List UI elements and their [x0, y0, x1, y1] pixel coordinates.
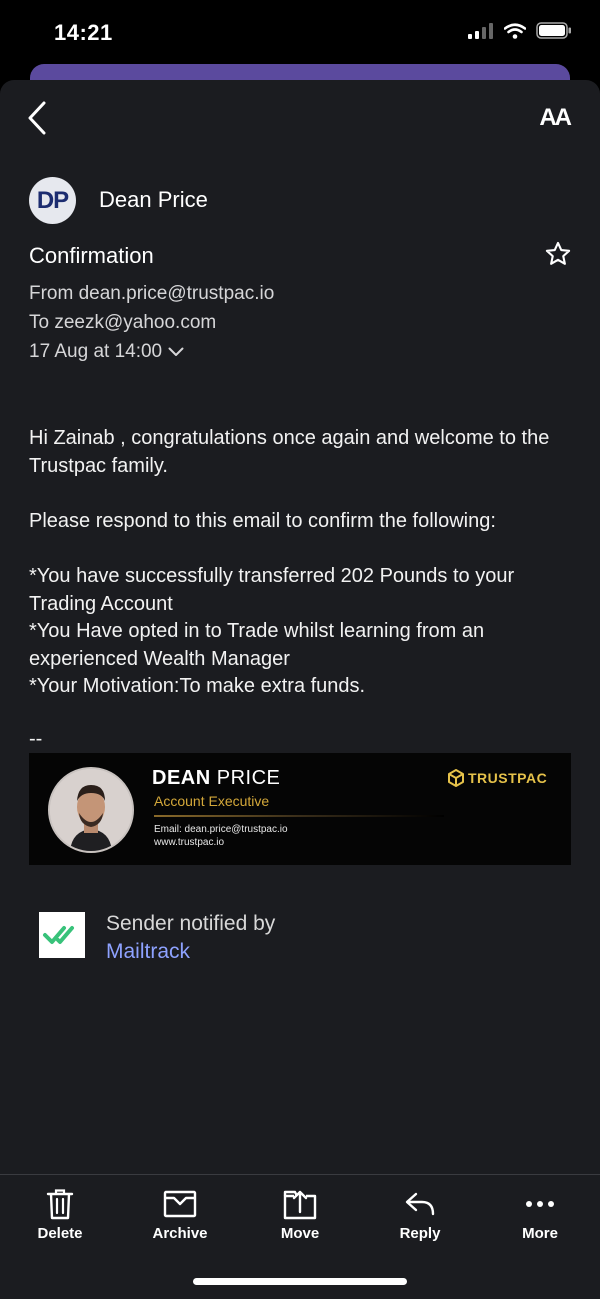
trustpac-brand-text: TRUSTPAC [468, 770, 548, 786]
signature-name: DEAN PRICE [152, 767, 280, 790]
cellular-signal-icon [468, 22, 493, 39]
mailtrack-logo [39, 912, 85, 958]
move-icon [283, 1190, 317, 1220]
signature-separator: -- [29, 728, 43, 750]
from-line[interactable]: From dean.price@trustpac.io [29, 283, 274, 305]
mailtrack-notice: Sender notified by [106, 912, 276, 935]
home-indicator[interactable] [193, 1278, 407, 1285]
email-signature: DEAN PRICE Account Executive Email: dean… [29, 753, 571, 865]
star-icon [545, 241, 571, 265]
double-check-icon [43, 926, 74, 944]
signature-title: Account Executive [154, 793, 270, 809]
date-text: 17 Aug at 14:00 [29, 341, 163, 362]
trustpac-logo: TRUSTPAC [447, 769, 547, 787]
trash-icon [46, 1189, 74, 1220]
more-button[interactable]: More [485, 1187, 595, 1242]
avatar[interactable]: DP [29, 177, 76, 224]
status-bar: 14:21 [0, 0, 600, 64]
cube-icon [448, 769, 464, 787]
status-time: 14:21 [54, 20, 113, 45]
archive-label: Archive [152, 1225, 208, 1242]
chevron-left-icon [28, 101, 46, 135]
wifi-icon [504, 22, 526, 39]
move-button[interactable]: Move [245, 1187, 355, 1242]
reply-button[interactable]: Reply [365, 1187, 475, 1242]
email-body-list: *You have successfully transferred 202 P… [29, 565, 515, 697]
email-subject: Confirmation [29, 243, 154, 268]
status-icons [468, 22, 572, 39]
email-body-request: Please respond to this email to confirm … [29, 510, 496, 532]
more-icon [526, 1201, 554, 1207]
more-label: More [522, 1225, 558, 1242]
star-button[interactable] [544, 240, 572, 273]
battery-icon [536, 22, 571, 39]
archive-icon [163, 1190, 197, 1218]
date-line[interactable]: 17 Aug at 14:00 [29, 341, 184, 363]
text-size-label: AA [539, 104, 572, 131]
signature-last-name: PRICE [216, 767, 281, 789]
delete-button[interactable]: Delete [5, 1187, 115, 1242]
signature-first-name: DEAN [152, 767, 211, 789]
reply-icon [405, 1192, 435, 1216]
email-body-greeting: Hi Zainab , congratulations once again a… [29, 427, 550, 477]
delete-label: Delete [37, 1225, 83, 1242]
archive-button[interactable]: Archive [125, 1187, 235, 1242]
mailtrack-link[interactable]: Mailtrack [106, 940, 190, 964]
back-button[interactable] [22, 98, 52, 138]
text-size-button[interactable]: AA [539, 104, 572, 132]
to-line[interactable]: To zeezk@yahoo.com [29, 312, 216, 334]
sender-name[interactable]: Dean Price [99, 187, 208, 213]
chevron-down-icon [168, 347, 184, 356]
move-label: Move [280, 1225, 320, 1242]
signature-website[interactable]: www.trustpac.io [154, 837, 224, 848]
signature-email[interactable]: Email: dean.price@trustpac.io [154, 824, 288, 835]
signature-divider [154, 815, 444, 817]
signature-photo [48, 767, 134, 853]
reply-label: Reply [399, 1225, 441, 1242]
